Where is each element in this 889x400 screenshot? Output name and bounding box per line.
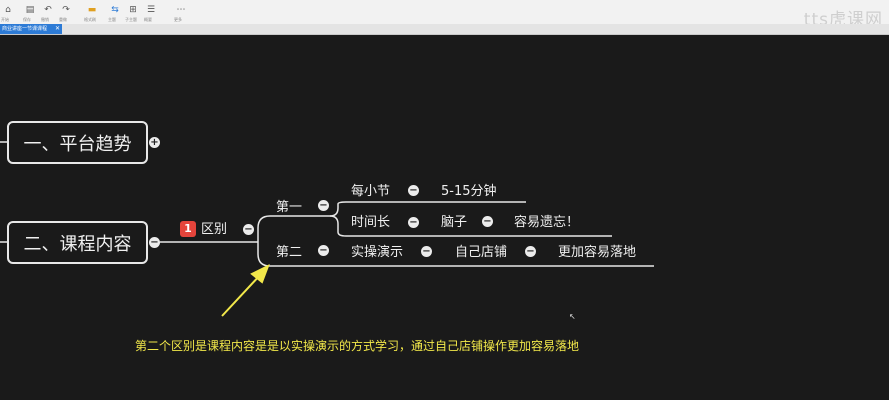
node-own-store[interactable]: 自己店铺 (455, 245, 507, 261)
node-easy-forget[interactable]: 容易遗忘！ (514, 215, 579, 231)
topic-platform-trend[interactable]: 一、平台趋势 (7, 121, 148, 164)
expand-icon[interactable]: + (149, 137, 160, 148)
priority-badge: 1 (180, 221, 196, 237)
subtopic-first[interactable]: 第一 (276, 200, 302, 216)
collapse-icon[interactable]: − (149, 237, 160, 248)
node-long-time[interactable]: 时间长 (351, 215, 390, 231)
node-brain[interactable]: 脑子 (441, 215, 467, 231)
node-per-section[interactable]: 每小节 (351, 184, 390, 200)
topic-course-content[interactable]: 二、课程内容 (7, 221, 148, 264)
arrow-shaft (221, 272, 263, 317)
collapse-icon[interactable]: − (318, 200, 329, 211)
collapse-icon[interactable]: − (318, 245, 329, 256)
node-duration[interactable]: 5-15分钟 (441, 184, 497, 200)
subtitle-caption: 第二个区别是课程内容是是以实操演示的方式学习，通过自己店铺操作更加容易落地 (135, 339, 580, 353)
connector-row1 (270, 201, 526, 217)
node-easier-landing[interactable]: 更加容易落地 (558, 245, 636, 261)
arrow-head (250, 263, 270, 284)
collapse-icon[interactable]: − (408, 217, 419, 228)
cursor-icon: ↖ (569, 312, 576, 321)
collapse-icon[interactable]: − (482, 216, 493, 227)
collapse-icon[interactable]: − (525, 246, 536, 257)
collapse-icon[interactable]: − (408, 185, 419, 196)
subtopic-difference[interactable]: 区别 (201, 222, 227, 238)
collapse-icon[interactable]: − (421, 246, 432, 257)
connector-split (257, 215, 271, 267)
node-practical-demo[interactable]: 实操演示 (351, 245, 403, 261)
subtopic-second[interactable]: 第二 (276, 245, 302, 261)
collapse-icon[interactable]: − (243, 224, 254, 235)
